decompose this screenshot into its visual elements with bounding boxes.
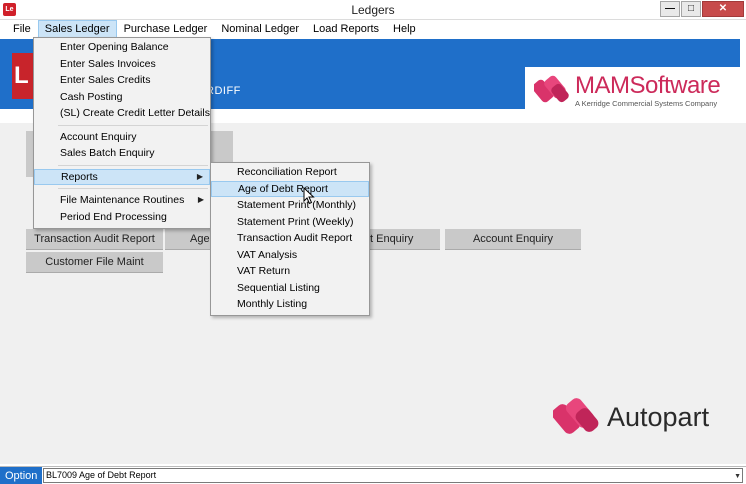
dropdown-arrow-icon[interactable]: ▼ (734, 470, 741, 483)
menu-separator (58, 188, 208, 189)
menu-item-sequential-listing[interactable]: Sequential Listing (211, 280, 369, 297)
option-value: BL7009 Age of Debt Report (46, 470, 157, 480)
menu-item-age-of-debt-report[interactable]: Age of Debt Report (211, 180, 369, 197)
menu-item-period-end-processing[interactable]: Period End Processing (34, 209, 210, 226)
menu-item-statement-print-monthly[interactable]: Statement Print (Monthly) (211, 197, 369, 214)
close-icon[interactable]: ✕ (702, 1, 744, 17)
window-controls: — □ ✕ (660, 1, 744, 17)
option-input[interactable]: BL7009 Age of Debt Report ▼ (43, 468, 743, 483)
minimize-icon[interactable]: — (660, 1, 680, 17)
menu-help[interactable]: Help (386, 20, 423, 39)
brand-tagline: A Kerridge Commercial Systems Company (575, 99, 718, 108)
menu-item-reports-label: Reports (61, 170, 98, 183)
submenu-arrow-icon: ▶ (197, 195, 204, 204)
option-label: Option (0, 467, 42, 484)
title-bar: Le Ledgers — □ ✕ (0, 0, 746, 20)
menu-item-create-credit-letter[interactable]: (SL) Create Credit Letter Details (34, 105, 210, 122)
menu-load-reports[interactable]: Load Reports (306, 20, 386, 39)
brand-name: MAMSoftware (575, 72, 721, 99)
menu-nominal-ledger[interactable]: Nominal Ledger (214, 20, 306, 39)
reports-submenu: Reconciliation Report Age of Debt Report… (210, 162, 370, 316)
menu-item-file-maintenance-label: File Maintenance Routines (60, 194, 185, 206)
autopart-logo-text: Autopart (607, 402, 710, 432)
window-title: Ledgers (351, 3, 395, 17)
location-text: RDIFF (206, 85, 241, 97)
menu-item-enter-sales-invoices[interactable]: Enter Sales Invoices (34, 56, 210, 73)
menu-item-transaction-audit-report[interactable]: Transaction Audit Report (211, 230, 369, 247)
submenu-arrow-icon: ▶ (196, 171, 203, 181)
customer-file-maint-button[interactable]: Customer File Maint (26, 252, 163, 273)
age-of-debt-button[interactable]: Age (165, 229, 211, 250)
menu-item-reconciliation-report[interactable]: Reconciliation Report (211, 164, 369, 181)
menu-item-reports[interactable]: Reports ▶ (34, 168, 210, 185)
menu-item-monthly-listing[interactable]: Monthly Listing (211, 296, 369, 313)
transaction-audit-report-button[interactable]: Transaction Audit Report (26, 229, 163, 250)
menu-item-enter-opening-balance[interactable]: Enter Opening Balance (34, 39, 210, 56)
enquiry-button[interactable]: t Enquiry (370, 229, 440, 250)
autopart-logo-icon (553, 398, 599, 434)
menu-separator (58, 124, 208, 126)
menu-item-statement-print-weekly[interactable]: Statement Print (Weekly) (211, 214, 369, 231)
menu-item-enter-sales-credits[interactable]: Enter Sales Credits (34, 72, 210, 89)
option-bar: Option BL7009 Age of Debt Report ▼ (0, 466, 746, 484)
mouse-cursor-icon (303, 187, 315, 205)
menu-item-vat-analysis[interactable]: VAT Analysis (211, 247, 369, 264)
menu-item-sales-batch-enquiry[interactable]: Sales Batch Enquiry (34, 145, 210, 162)
menu-item-vat-return[interactable]: VAT Return (211, 263, 369, 280)
menu-item-file-maintenance[interactable]: File Maintenance Routines ▶ (34, 192, 210, 209)
sales-ledger-menu: Enter Opening Balance Enter Sales Invoic… (33, 37, 211, 229)
menu-separator (58, 164, 208, 166)
account-enquiry-button[interactable]: Account Enquiry (445, 229, 581, 250)
mam-logo-icon (534, 75, 569, 103)
menu-item-account-enquiry[interactable]: Account Enquiry (34, 129, 210, 146)
maximize-icon[interactable]: □ (681, 1, 701, 17)
menu-item-cash-posting[interactable]: Cash Posting (34, 89, 210, 106)
